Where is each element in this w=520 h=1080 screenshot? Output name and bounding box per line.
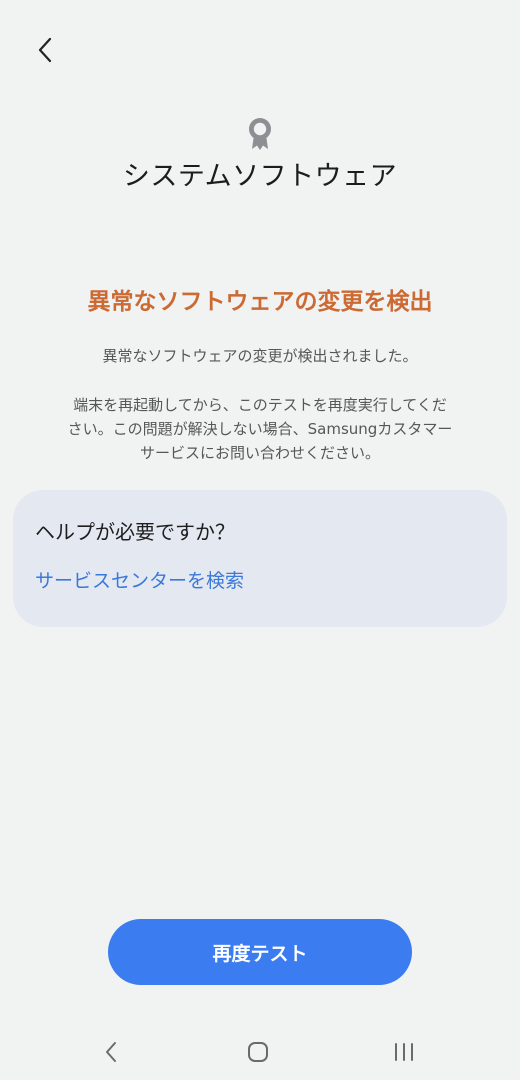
find-service-center-link[interactable]: サービスセンターを検索 <box>35 566 244 593</box>
status-message: 異常なソフトウェアの変更が検出されました。 <box>102 347 418 365</box>
chevron-left-icon <box>38 37 52 63</box>
help-title: ヘルプが必要ですか？ <box>35 520 235 544</box>
nav-recents-icon <box>395 1043 413 1061</box>
system-navigation-bar <box>0 1024 520 1080</box>
back-button[interactable] <box>24 28 68 72</box>
nav-back-icon <box>106 1042 116 1062</box>
nav-recents-button[interactable] <box>380 1032 428 1072</box>
status-instructions: 端末を再起動してから、このテストを再度実行してくだ さい。この問題が解決しない場… <box>67 396 453 462</box>
retest-button[interactable]: 再度テスト <box>108 919 412 985</box>
status-title: 異常なソフトウェアの変更を検出 <box>87 289 433 315</box>
nav-home-icon <box>248 1042 268 1062</box>
help-card: ヘルプが必要ですか？ サービスセンターを検索 <box>13 490 507 627</box>
page-title: システムソフトウェア <box>122 161 398 192</box>
award-ribbon-icon <box>249 118 271 150</box>
nav-home-button[interactable] <box>234 1032 282 1072</box>
nav-back-button[interactable] <box>88 1032 136 1072</box>
